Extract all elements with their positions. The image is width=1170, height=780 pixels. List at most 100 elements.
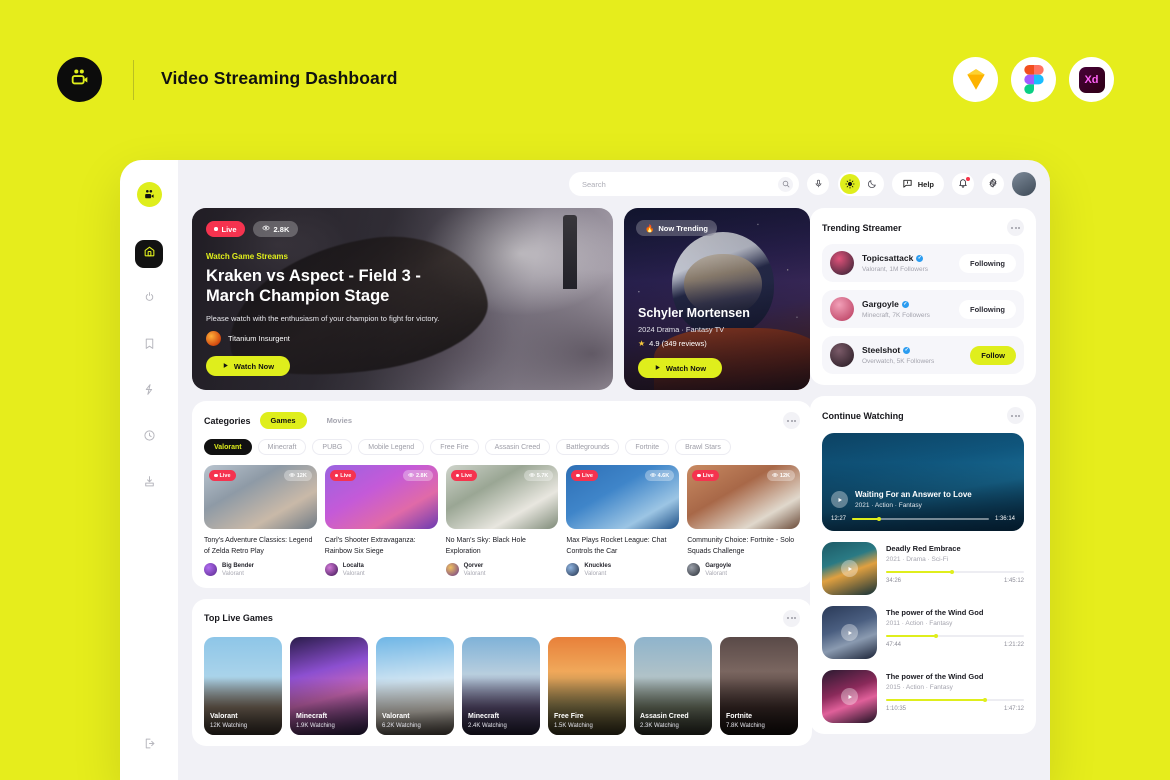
progress-knob[interactable] [983,697,988,702]
moon-icon[interactable] [862,174,882,194]
video-card[interactable]: Live 12K Community Choice: Fortnite - So… [687,465,800,577]
featured-progress-bar[interactable] [852,517,989,521]
voice-search-button[interactable] [807,173,829,195]
sidebar-item-home[interactable] [135,240,163,268]
top-live-game-card[interactable]: Fortnite 7.8K Watching [720,636,798,735]
trending-streamer-more-icon[interactable] [1007,219,1024,236]
top-live-game-card[interactable]: Minecraft 2.4K Watching [462,636,540,735]
item-progress-bar[interactable] [886,697,1024,702]
play-icon[interactable] [831,491,848,508]
sidebar-item-bookmarks[interactable] [135,332,163,360]
video-card[interactable]: Live 5.7K No Man's Sky: Black Hole Explo… [445,465,559,577]
streamer-row[interactable]: Gargoyle ✓ Minecraft, 7K Followers Follo… [822,290,1024,328]
settings-button[interactable] [982,173,1004,195]
sidebar-item-downloads[interactable] [135,470,163,498]
chip-minecraft[interactable]: Minecraft [257,439,307,455]
video-author[interactable]: Localta Valorant [324,563,438,577]
hero-title: Kraken vs Aspect - Field 3 - March Champ… [206,266,421,306]
item-thumbnail[interactable] [822,670,877,723]
tab-games[interactable]: Games [259,412,307,429]
hero-badges: Live 2.8K [206,221,299,237]
video-thumbnail[interactable]: Live 2.8K [324,465,438,529]
top-live-game-card[interactable]: Assasin Creed 2.3K Watching [634,636,712,735]
search-icon[interactable] [778,176,793,192]
chip-valorant[interactable]: Valorant [204,439,252,455]
hero-trending-movie[interactable]: 🔥 Now Trending Schyler Mortensen 2024 Dr… [624,208,810,390]
video-card[interactable]: Live 4.6K Max Plays Rocket League: Chat … [566,465,680,577]
continue-watching-item[interactable]: The power of the Wind God 2015 · Action … [822,670,1024,723]
video-thumbnail[interactable]: Live 12K [687,465,800,529]
figma-icon[interactable] [1011,57,1056,102]
continue-watching-item[interactable]: Deadly Red Embrace 2021 · Drama · Sci-Fi… [822,542,1024,595]
video-card[interactable]: Live 2.8K Carl's Shooter Extravaganza: R… [324,465,438,577]
video-author[interactable]: Big Bender Valorant [204,563,317,577]
play-icon[interactable] [841,688,858,705]
sidebar-item-logout[interactable] [143,737,156,755]
microphone-icon [814,175,823,193]
continue-watching-more-icon[interactable] [1007,407,1024,424]
search-input[interactable] [582,179,778,189]
top-live-game-card[interactable]: Minecraft 1.9K Watching [290,636,368,735]
item-progress-bar[interactable] [886,633,1024,638]
follow-button[interactable]: Following [959,299,1016,319]
author-avatar [445,563,459,577]
video-author[interactable]: Qorver Valorant [445,563,559,577]
progress-knob[interactable] [933,633,938,638]
top-live-game-card[interactable]: Free Fire 1.5K Watching [548,636,626,735]
trending-rating: ★ 4.9 (349 reviews) [638,339,750,348]
top-live-game-card[interactable]: Valorant 6.2K Watching [376,636,454,735]
sidebar [120,160,178,780]
theme-toggle[interactable] [837,172,884,196]
follow-button[interactable]: Follow [970,345,1016,365]
video-author[interactable]: Knuckles Valorant [566,563,679,577]
item-progress-bar[interactable] [886,569,1024,574]
progress-knob[interactable] [877,517,882,521]
video-thumbnail[interactable]: Live 5.7K [445,465,559,529]
categories-more-icon[interactable] [783,412,800,429]
chip-free-fire[interactable]: Free Fire [430,439,479,455]
play-icon[interactable] [841,560,858,577]
follow-button[interactable]: Following [959,253,1016,273]
item-thumbnail[interactable] [822,542,877,595]
continue-watching-item[interactable]: The power of the Wind God 2011 · Action … [822,606,1024,659]
streamer-row[interactable]: Topicsattack ✓ Valorant, 1M Followers Fo… [822,244,1024,282]
trending-watch-now-button[interactable]: Watch Now [638,358,722,378]
video-thumbnail[interactable]: Live 12K [204,465,317,529]
sidebar-item-highlights[interactable] [135,378,163,406]
continue-watching-featured[interactable]: Waiting For an Answer to Love 2021 · Act… [822,433,1024,531]
progress-knob[interactable] [950,569,955,574]
live-badge: Live [206,221,245,237]
chip-battlegrounds[interactable]: Battlegrounds [556,439,620,455]
top-live-game-card[interactable]: Valorant 12K Watching [204,636,282,735]
notifications-button[interactable] [952,173,974,195]
sidebar-logo[interactable] [136,182,162,207]
trending-streamer-title: Trending Streamer [822,222,902,233]
sketch-icon[interactable] [953,57,998,102]
search-box[interactable] [569,172,799,196]
adobe-xd-icon[interactable]: Xd [1069,57,1114,102]
sun-icon[interactable] [839,174,860,194]
sidebar-item-history[interactable] [135,424,163,452]
chip-pubg[interactable]: PUBG [312,439,353,455]
streamer-name: Steelshot [862,345,901,356]
avatar[interactable] [1012,172,1036,196]
video-card[interactable]: Live 12K Tony's Adventure Classics: Lege… [204,465,317,577]
chip-brawl-stars[interactable]: Brawl Stars [675,439,731,455]
help-button[interactable]: Help [891,172,944,196]
streamer-row[interactable]: Steelshot ✓ Overwatch, 5K Followers Foll… [822,336,1024,374]
chip-assasin-creed[interactable]: Assasin Creed [484,439,551,455]
top-live-games-more-icon[interactable] [783,609,800,627]
play-icon[interactable] [841,624,858,641]
categories-label: Categories [204,415,251,426]
chip-fortnite[interactable]: Fortnite [625,439,670,455]
hero-featured-stream[interactable]: Live 2.8K Watch Game Streams Kraken vs A… [192,208,613,390]
hero-watch-now-button[interactable]: Watch Now [206,356,290,376]
video-thumbnail[interactable]: Live 4.6K [566,465,680,529]
video-author[interactable]: Gargoyle Valorant [687,563,800,577]
game-name: Minecraft [296,712,328,720]
continue-watching-panel: Continue Watching Waiting For an Answer … [810,396,1036,734]
tab-movies[interactable]: Movies [316,412,363,429]
sidebar-item-trending[interactable] [135,286,163,314]
item-thumbnail[interactable] [822,606,877,659]
chip-mobile-legend[interactable]: Mobile Legend [358,439,425,455]
